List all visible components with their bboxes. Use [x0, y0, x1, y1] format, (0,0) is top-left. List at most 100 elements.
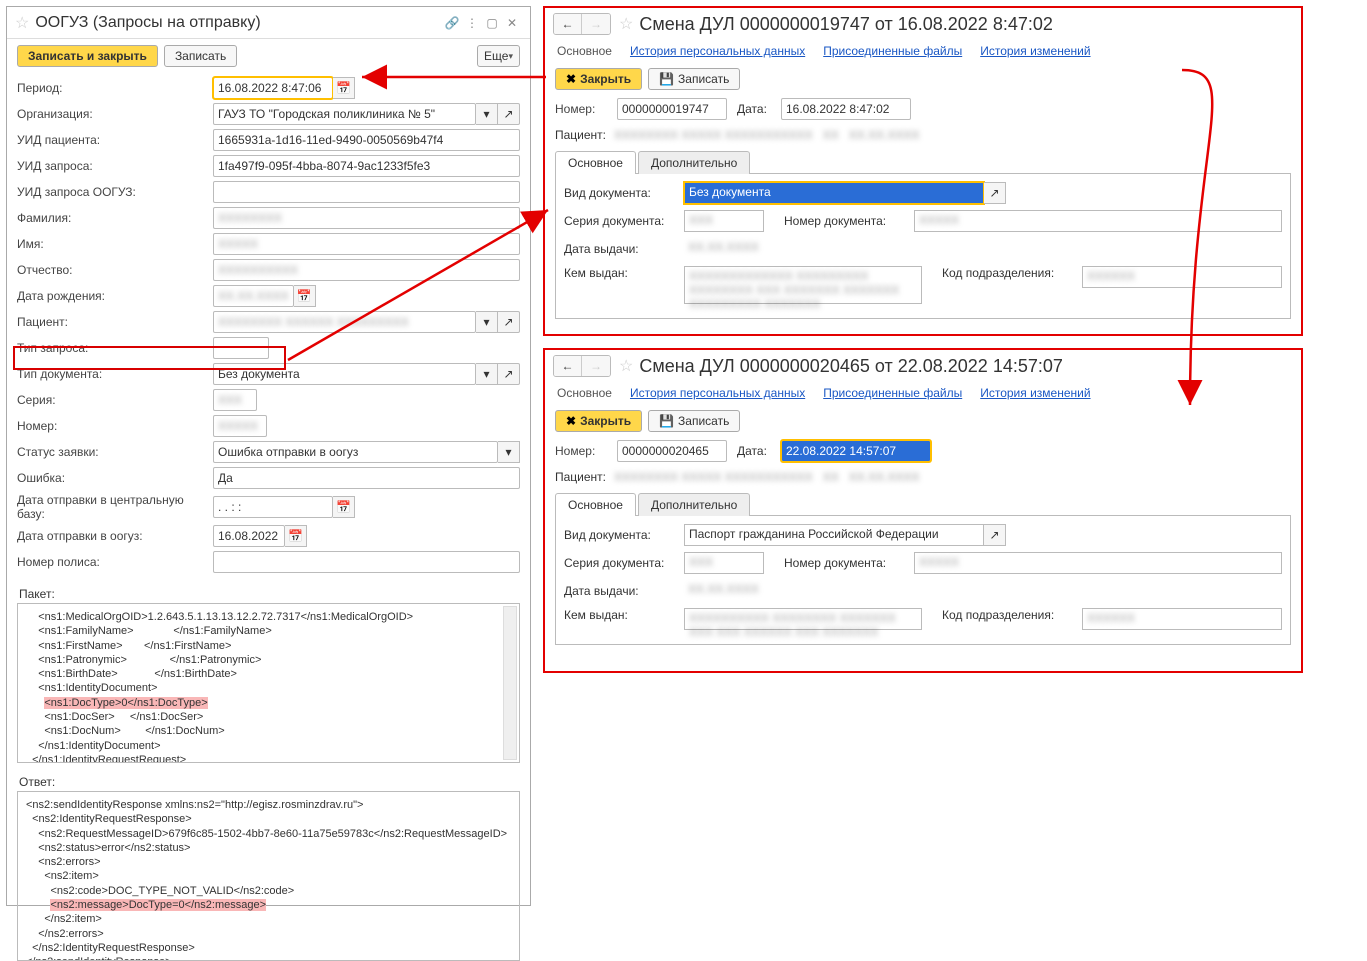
issued-value: XX.XX.XXXX: [684, 238, 784, 260]
save-button[interactable]: 💾Записать: [648, 68, 740, 90]
answer-xml[interactable]: <ns2:sendIdentityResponse xmlns:ns2="htt…: [17, 791, 520, 961]
series-label: Серия документа:: [564, 556, 684, 570]
doctype-field[interactable]: Без документа: [684, 182, 984, 204]
star-icon[interactable]: ☆: [619, 14, 633, 34]
left-toolbar: Записать и закрыть Записать Еще: [7, 39, 530, 73]
polis-field[interactable]: [213, 551, 520, 573]
calendar-icon[interactable]: 📅: [294, 285, 316, 307]
num-field[interactable]: 0000000019747: [617, 98, 727, 120]
uid-pat-label: УИД пациента:: [17, 133, 213, 147]
date-field[interactable]: 22.08.2022 14:57:07: [781, 440, 931, 462]
num-field[interactable]: 0000000020465: [617, 440, 727, 462]
rtop-navlinks: Основное История персональных данных При…: [545, 40, 1301, 62]
uid-reqoo-field[interactable]: [213, 181, 520, 203]
open-ref-icon[interactable]: ↗: [498, 363, 520, 385]
nav-changes[interactable]: История изменений: [980, 44, 1090, 58]
name-label: Имя:: [17, 237, 213, 251]
date-label: Дата:: [737, 444, 781, 458]
close-button[interactable]: ✖Закрыть: [555, 410, 642, 432]
status-field[interactable]: Ошибка отправки в оогуз: [213, 441, 498, 463]
nav-history[interactable]: История персональных данных: [630, 386, 805, 400]
series-label: Серия:: [17, 393, 213, 407]
tab-extra[interactable]: Дополнительно: [638, 493, 750, 516]
nav-changes[interactable]: История изменений: [980, 386, 1090, 400]
packet-xml[interactable]: <ns1:MedicalOrgOID>1.2.643.5.1.13.13.12.…: [17, 603, 520, 763]
uid-req-field[interactable]: 1fa497f9-095f-4bba-8074-9ac1233f5fe3: [213, 155, 520, 177]
tab-extra[interactable]: Дополнительно: [638, 151, 750, 174]
calendar-icon[interactable]: 📅: [285, 525, 307, 547]
date-oo-field[interactable]: 16.08.2022: [213, 525, 285, 547]
chevron-down-icon[interactable]: ▾: [476, 103, 498, 125]
tab-main[interactable]: Основное: [555, 151, 636, 174]
code-label: Код подразделения:: [942, 608, 1082, 622]
period-field[interactable]: 16.08.2022 8:47:06: [213, 77, 333, 99]
whom-field[interactable]: XXXXXXXXXXXXX XXXXXXXXX XXXXXXXX XXX XXX…: [684, 266, 922, 304]
docnum-label: Номер документа:: [784, 556, 914, 570]
nav-history[interactable]: История персональных данных: [630, 44, 805, 58]
close-button[interactable]: ✖Закрыть: [555, 68, 642, 90]
docnum-field[interactable]: XXXXX: [914, 210, 1282, 232]
err-field[interactable]: Да: [213, 467, 520, 489]
chevron-down-icon[interactable]: ▾: [476, 363, 498, 385]
more-button[interactable]: Еще: [477, 45, 520, 67]
back-icon[interactable]: ←: [554, 14, 582, 34]
save-close-button[interactable]: Записать и закрыть: [17, 45, 158, 67]
open-ref-icon[interactable]: ↗: [984, 182, 1006, 204]
num-field[interactable]: XXXXX: [213, 415, 267, 437]
date-oo-label: Дата отправки в оогуз:: [17, 529, 213, 543]
nav-main[interactable]: Основное: [557, 44, 612, 58]
open-ref-icon[interactable]: ↗: [498, 311, 520, 333]
more-icon[interactable]: ⋮: [462, 16, 482, 30]
star-icon[interactable]: ☆: [15, 13, 29, 33]
docnum-label: Номер документа:: [784, 214, 914, 228]
save-button[interactable]: 💾Записать: [648, 410, 740, 432]
uid-req-label: УИД запроса:: [17, 159, 213, 173]
doctype-field[interactable]: Без документа: [213, 363, 476, 385]
nav-files[interactable]: Присоединенные файлы: [823, 386, 962, 400]
period-label: Период:: [17, 81, 213, 95]
chevron-down-icon[interactable]: ▾: [498, 441, 520, 463]
save-button[interactable]: Записать: [164, 45, 237, 67]
close-icon[interactable]: ✕: [502, 16, 522, 30]
forward-icon[interactable]: →: [582, 356, 610, 376]
open-window-icon[interactable]: ▢: [482, 16, 502, 30]
open-ref-icon[interactable]: ↗: [498, 103, 520, 125]
date-field[interactable]: 16.08.2022 8:47:02: [781, 98, 911, 120]
open-ref-icon[interactable]: ↗: [984, 524, 1006, 546]
forward-icon[interactable]: →: [582, 14, 610, 34]
issued-label: Дата выдачи:: [564, 242, 684, 256]
nav-files[interactable]: Присоединенные файлы: [823, 44, 962, 58]
scrollbar[interactable]: [503, 606, 517, 760]
org-field[interactable]: ГАУЗ ТО "Городская поликлиника № 5": [213, 103, 476, 125]
star-icon[interactable]: ☆: [619, 356, 633, 376]
chevron-down-icon[interactable]: ▾: [476, 311, 498, 333]
code-field[interactable]: XXXXXX: [1082, 266, 1282, 288]
series-field[interactable]: XXX: [684, 552, 764, 574]
status-label: Статус заявки:: [17, 445, 213, 459]
docnum-field[interactable]: XXXXX: [914, 552, 1282, 574]
name-field[interactable]: XXXXX: [213, 233, 520, 255]
link-icon[interactable]: 🔗: [442, 16, 462, 30]
ot-field[interactable]: XXXXXXXXXX: [213, 259, 520, 281]
nav-buttons: ← →: [553, 13, 611, 35]
rbot-toolbar: ✖Закрыть 💾Записать: [545, 404, 1301, 438]
dob-field[interactable]: XX.XX.XXXX: [213, 285, 294, 307]
calendar-icon[interactable]: 📅: [333, 77, 355, 99]
date-cb-field[interactable]: . . : :: [213, 496, 333, 518]
calendar-icon[interactable]: 📅: [333, 496, 355, 518]
rtop-titlebar: ← → ☆ Смена ДУЛ 0000000019747 от 16.08.2…: [545, 8, 1301, 40]
code-field[interactable]: XXXXXX: [1082, 608, 1282, 630]
reqtype-field[interactable]: [213, 337, 269, 359]
patient-field[interactable]: XXXXXXXX XXXXXX XXXXXXXXX: [213, 311, 476, 333]
left-panel: ☆ ООГУЗ (Запросы на отправку) 🔗 ⋮ ▢ ✕ За…: [6, 6, 531, 906]
series-field[interactable]: XXX: [213, 389, 257, 411]
doctype-field[interactable]: Паспорт гражданина Российской Федерации: [684, 524, 984, 546]
right-top-panel: ← → ☆ Смена ДУЛ 0000000019747 от 16.08.2…: [543, 6, 1303, 336]
fam-field[interactable]: XXXXXXXX: [213, 207, 520, 229]
uid-pat-field[interactable]: 1665931a-1d16-11ed-9490-0050569b47f4: [213, 129, 520, 151]
series-field[interactable]: XXX: [684, 210, 764, 232]
whom-field[interactable]: XXXXXXXXXX XXXXXXXX XXXXXXX XXX XXX XXXX…: [684, 608, 922, 630]
back-icon[interactable]: ←: [554, 356, 582, 376]
nav-main[interactable]: Основное: [557, 386, 612, 400]
tab-main[interactable]: Основное: [555, 493, 636, 516]
